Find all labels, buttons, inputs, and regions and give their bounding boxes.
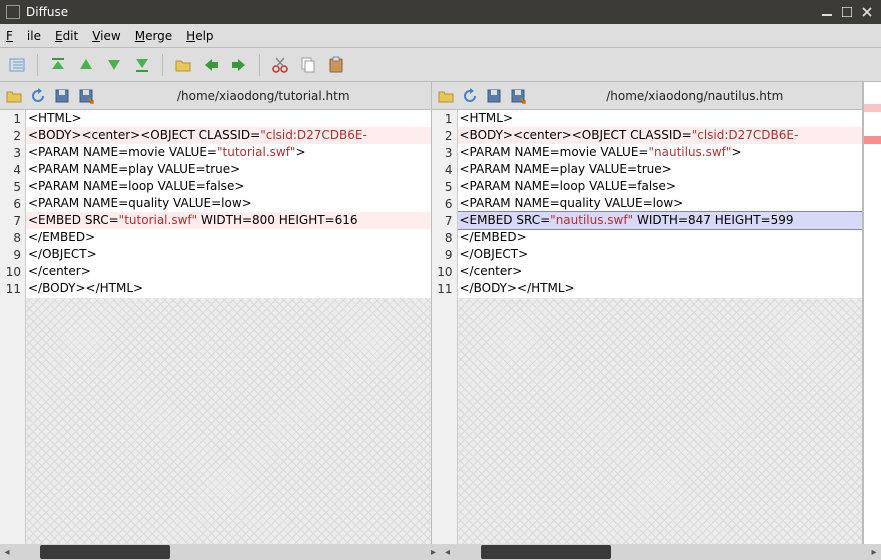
save-as-button[interactable] [76, 86, 96, 106]
undo-button[interactable] [200, 54, 222, 76]
menubar: File Edit View Merge Help [0, 24, 881, 48]
hatch-area [26, 298, 431, 544]
titlebar: Diffuse [0, 0, 881, 24]
open-file-button[interactable] [4, 86, 24, 106]
pane-header: /home/xiaodong/tutorial.htm [0, 82, 431, 110]
separator [162, 54, 163, 76]
file-path: /home/xiaodong/nautilus.htm [532, 89, 859, 103]
realign-button[interactable] [6, 54, 28, 76]
code-area[interactable]: <HTML><BODY><center><OBJECT CLASSID="cls… [458, 110, 863, 544]
save-button[interactable] [52, 86, 72, 106]
menu-merge[interactable]: Merge [135, 29, 172, 43]
scroll-left-icon[interactable]: ◂ [0, 545, 14, 559]
line-gutter: 1234567891011 [0, 110, 26, 544]
file-path: /home/xiaodong/tutorial.htm [100, 89, 427, 103]
scroll-track[interactable] [469, 545, 854, 559]
reload-button[interactable] [28, 86, 48, 106]
paste-button[interactable] [325, 54, 347, 76]
pane-header: /home/xiaodong/nautilus.htm [432, 82, 863, 110]
scroll-left-icon[interactable]: ◂ [441, 545, 455, 559]
minimize-button[interactable] [819, 4, 835, 20]
close-button[interactable] [859, 4, 875, 20]
save-as-button[interactable] [508, 86, 528, 106]
copy-button[interactable] [297, 54, 319, 76]
save-button[interactable] [484, 86, 504, 106]
window-title: Diffuse [26, 5, 815, 19]
hatch-area [458, 298, 863, 544]
menu-file[interactable]: File [6, 29, 41, 43]
line-gutter: 1234567891011 [432, 110, 458, 544]
separator [259, 54, 260, 76]
right-pane: /home/xiaodong/nautilus.htm 123456789101… [432, 82, 864, 544]
left-pane: /home/xiaodong/tutorial.htm 123456789101… [0, 82, 432, 544]
overview-minimap[interactable] [863, 82, 881, 544]
redo-button[interactable] [228, 54, 250, 76]
prev-diff-button[interactable] [75, 54, 97, 76]
scroll-thumb[interactable] [40, 545, 170, 559]
scroll-thumb[interactable] [481, 545, 611, 559]
cut-button[interactable] [269, 54, 291, 76]
pane-body[interactable]: 1234567891011 <HTML><BODY><center><OBJEC… [0, 110, 431, 544]
toolbar [0, 48, 881, 82]
next-diff-button[interactable] [103, 54, 125, 76]
scroll-right-icon[interactable]: ▸ [427, 545, 441, 559]
reload-button[interactable] [460, 86, 480, 106]
app-icon [6, 5, 20, 19]
code-area[interactable]: <HTML><BODY><center><OBJECT CLASSID="cls… [26, 110, 431, 544]
maximize-button[interactable] [839, 4, 855, 20]
open-file-button[interactable] [436, 86, 456, 106]
menu-edit[interactable]: Edit [55, 29, 78, 43]
panes: /home/xiaodong/tutorial.htm 123456789101… [0, 82, 881, 544]
menu-help[interactable]: Help [186, 29, 213, 43]
last-diff-button[interactable] [131, 54, 153, 76]
separator [37, 54, 38, 76]
hscrollbar[interactable]: ◂ ▸ ◂ ▸ [0, 544, 881, 560]
menu-view[interactable]: View [92, 29, 120, 43]
pane-body[interactable]: 1234567891011 <HTML><BODY><center><OBJEC… [432, 110, 863, 544]
scroll-right-icon[interactable]: ▸ [867, 545, 881, 559]
first-diff-button[interactable] [47, 54, 69, 76]
scroll-track[interactable] [28, 545, 413, 559]
open-button[interactable] [172, 54, 194, 76]
